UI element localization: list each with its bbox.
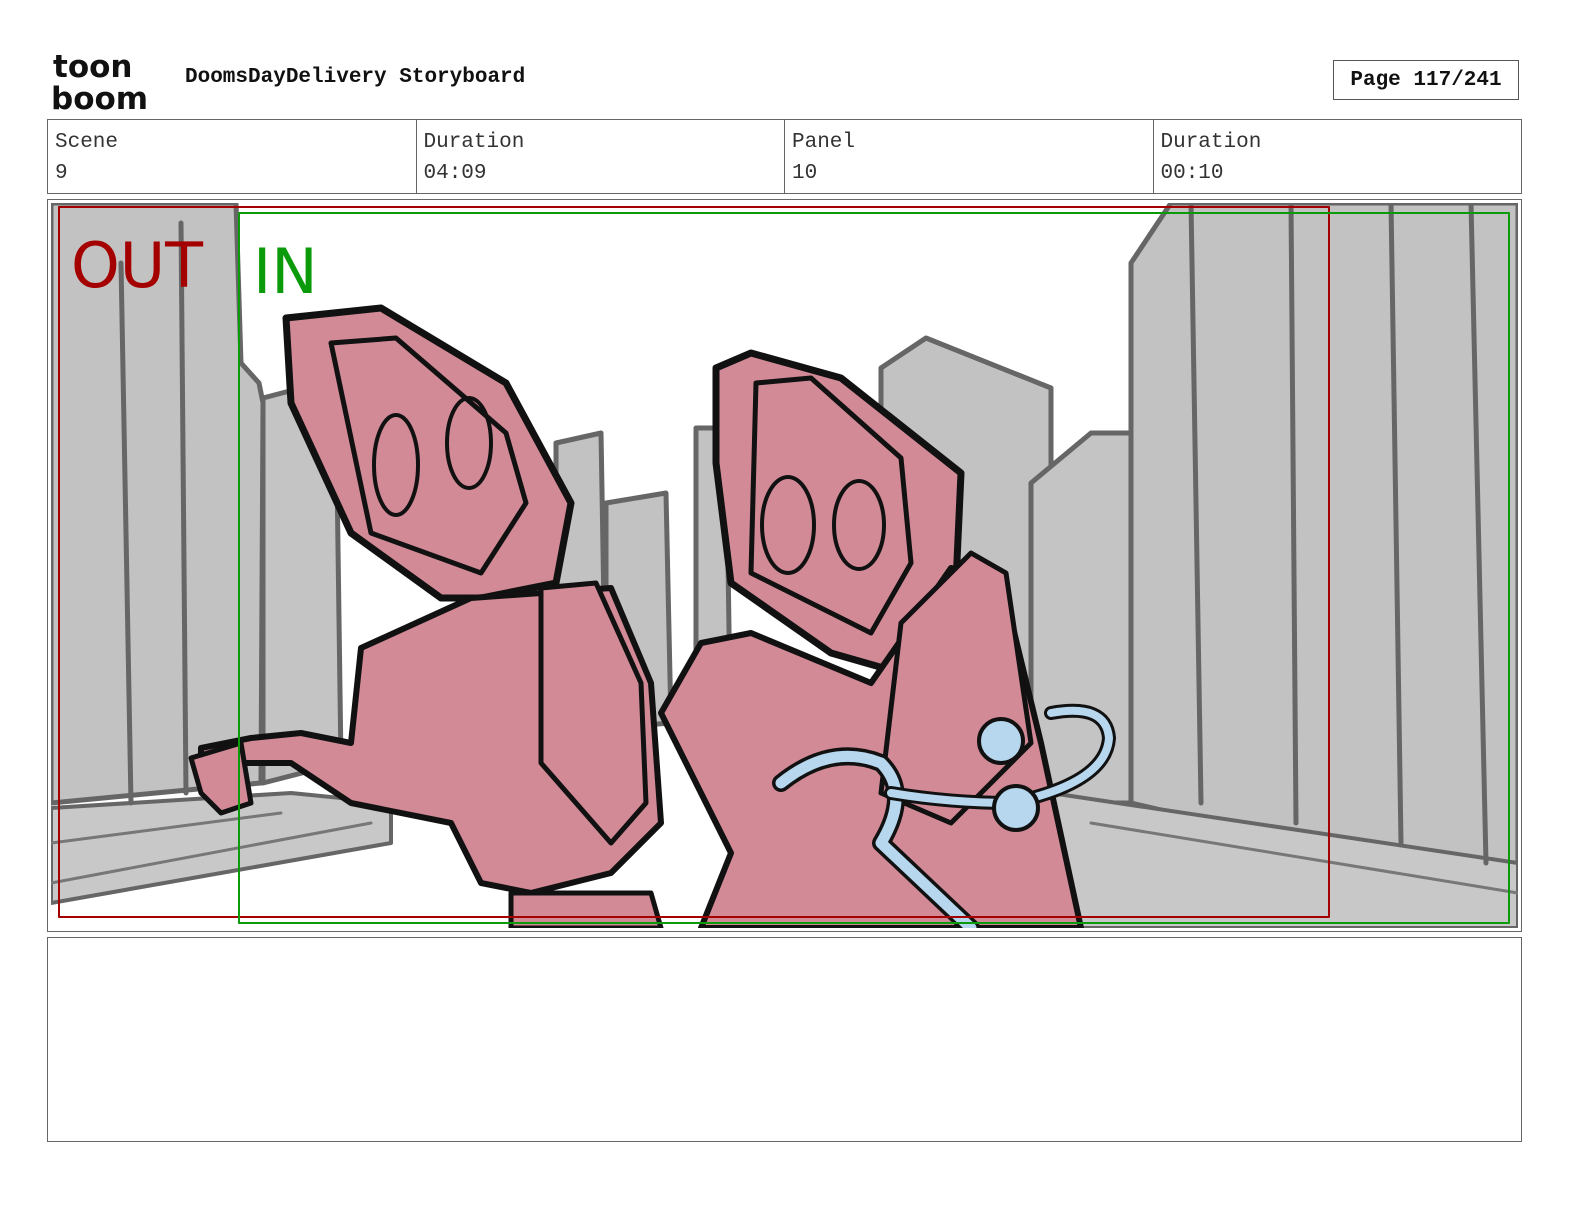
scene-value: 9 [55, 162, 68, 185]
scene-duration-label: Duration [423, 131, 525, 154]
scene-duration-value: 04:09 [423, 162, 487, 185]
out-label: OUT [71, 229, 204, 302]
panel-notes-box [47, 937, 1522, 1142]
panel-duration-value: 00:10 [1160, 162, 1224, 185]
document-title: DoomsDayDelivery Storyboard [185, 66, 526, 89]
toon-boom-logo: toon boom [51, 50, 148, 112]
panel-duration-label: Duration [1160, 131, 1262, 154]
scene-info-table: Scene 9 Duration 04:09 Panel 10 Duration… [47, 119, 1522, 194]
panel-label: Panel [792, 131, 856, 154]
panel-duration-cell: Duration 00:10 [1154, 120, 1522, 193]
scene-duration-cell: Duration 04:09 [417, 120, 785, 193]
storyboard-panel-image: OUT IN [51, 203, 1518, 928]
logo-line-1: toon [53, 50, 132, 85]
page-number: Page 117/241 [1333, 60, 1519, 100]
panel-value: 10 [792, 162, 818, 185]
panel-cell: Panel 10 [785, 120, 1154, 193]
scene-cell: Scene 9 [48, 120, 417, 193]
in-label: IN [253, 235, 318, 308]
logo-line-2: boom [51, 81, 148, 112]
scene-label: Scene [55, 131, 119, 154]
